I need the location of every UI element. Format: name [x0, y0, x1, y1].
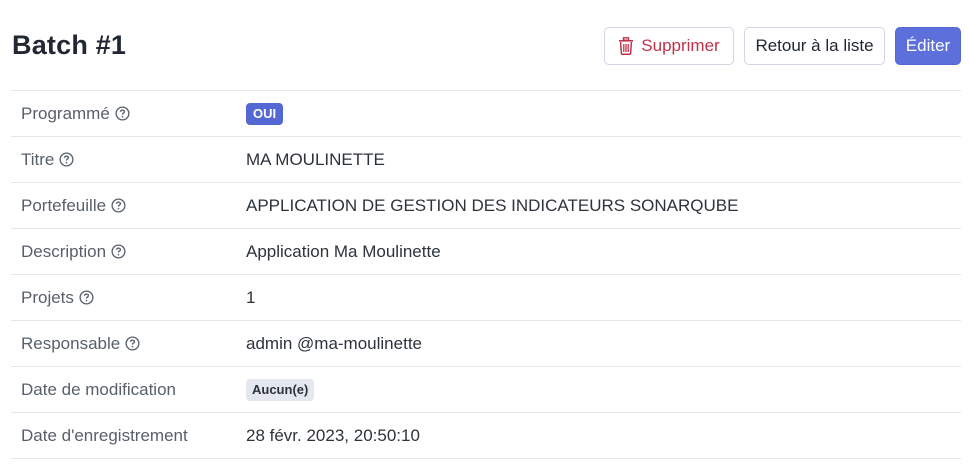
question-circle-icon[interactable]: [59, 152, 74, 167]
edit-button[interactable]: Éditer: [895, 27, 961, 65]
detail-row-owner: Responsable admin @ma-moulinette: [11, 321, 961, 367]
detail-label: Date d'enregistrement: [21, 413, 188, 458]
question-circle-icon[interactable]: [111, 244, 126, 259]
detail-label-text: Description: [21, 241, 107, 261]
detail-value: admin @ma-moulinette: [246, 333, 422, 353]
detail-label: Programmé: [21, 91, 130, 136]
question-circle-icon[interactable]: [79, 290, 94, 305]
detail-row-registered: Date d'enregistrement 28 févr. 2023, 20:…: [11, 413, 961, 459]
detail-label-text: Titre: [21, 149, 55, 169]
detail-label-text: Date de modification: [21, 379, 176, 399]
delete-button[interactable]: Supprimer: [604, 27, 734, 65]
detail-row-portfolio: Portefeuille APPLICATION DE GESTION DES …: [11, 183, 961, 229]
detail-label: Titre: [21, 137, 74, 182]
page-header: Batch #1 Supprimer Retour à la liste Édi…: [12, 26, 961, 66]
detail-row-title: Titre MA MOULINETTE: [11, 137, 961, 183]
detail-row-programmed: Programmé OUI: [11, 91, 961, 137]
question-circle-icon[interactable]: [125, 336, 140, 351]
detail-row-modified: Date de modification Aucun(e): [11, 367, 961, 413]
details-table: Programmé OUI Titre MA MOULINETTE Portef…: [11, 90, 961, 459]
page: Batch #1 Supprimer Retour à la liste Édi…: [0, 0, 969, 470]
delete-button-label: Supprimer: [641, 36, 720, 55]
page-title: Batch #1: [12, 30, 127, 60]
detail-label: Projets: [21, 275, 94, 320]
back-to-list-button[interactable]: Retour à la liste: [744, 27, 885, 65]
detail-value: Aucun(e): [246, 367, 315, 412]
detail-label: Description: [21, 229, 126, 274]
detail-label-text: Portefeuille: [21, 195, 107, 215]
trash-icon: [619, 37, 634, 55]
detail-value: APPLICATION DE GESTION DES INDICATEURS S…: [246, 195, 739, 215]
header-actions: Supprimer Retour à la liste Éditer: [604, 27, 961, 65]
detail-label: Responsable: [21, 321, 140, 366]
detail-value: OUI: [246, 91, 284, 136]
question-circle-icon[interactable]: [111, 198, 126, 213]
detail-value: 1: [246, 287, 256, 307]
detail-label: Date de modification: [21, 367, 176, 412]
detail-label: Portefeuille: [21, 183, 126, 228]
detail-row-projects: Projets 1: [11, 275, 961, 321]
empty-badge: Aucun(e): [246, 378, 315, 401]
detail-label-text: Responsable: [21, 333, 121, 353]
detail-label-text: Date d'enregistrement: [21, 425, 188, 445]
status-badge: OUI: [246, 102, 284, 125]
detail-value: 28 févr. 2023, 20:50:10: [246, 425, 420, 445]
detail-value: MA MOULINETTE: [246, 149, 385, 169]
detail-row-description: Description Application Ma Moulinette: [11, 229, 961, 275]
question-circle-icon[interactable]: [115, 106, 130, 121]
detail-label-text: Projets: [21, 287, 74, 307]
detail-value: Application Ma Moulinette: [246, 241, 441, 261]
detail-label-text: Programmé: [21, 103, 110, 123]
